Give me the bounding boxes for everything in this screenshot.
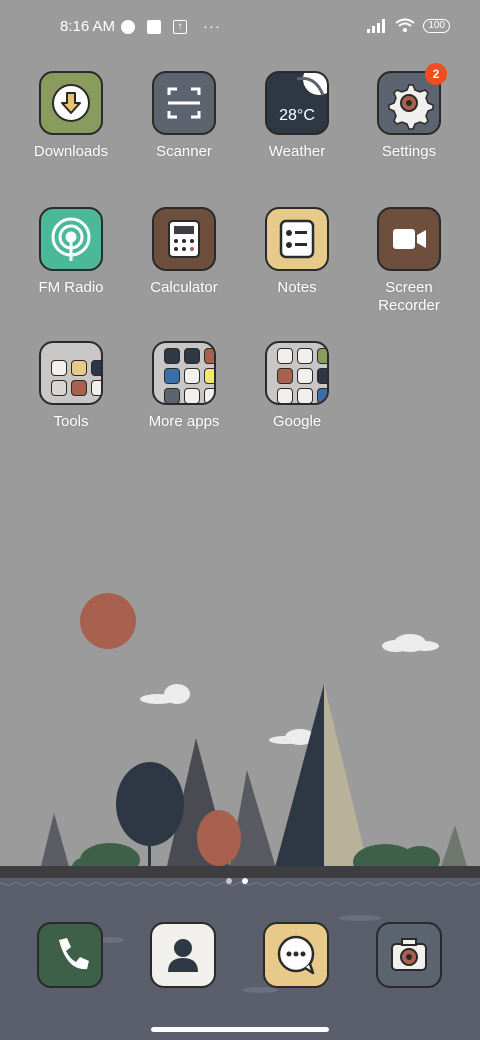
dock-phone[interactable]: [37, 922, 103, 988]
ground-line: [0, 866, 480, 878]
mini-app-icon: [317, 348, 327, 364]
folder-icon: [152, 341, 216, 405]
folder-icon: [39, 341, 103, 405]
mountain: [324, 684, 370, 875]
app-label: FM Radio: [38, 279, 104, 296]
mini-app-icon: [277, 368, 293, 384]
notification-badge: 2: [425, 63, 447, 85]
gear-icon: 2: [377, 63, 447, 135]
app-scanner[interactable]: Scanner: [129, 71, 239, 161]
mini-app-icon: [204, 388, 214, 403]
dock-contacts[interactable]: [150, 922, 216, 988]
app-fm-radio[interactable]: FM Radio: [16, 207, 126, 297]
mini-app-icon: [164, 348, 180, 364]
phone-icon: [59, 938, 89, 970]
app-label: Google: [272, 413, 322, 430]
folder-tools[interactable]: Tools: [16, 341, 126, 431]
mini-app-icon: [317, 368, 327, 384]
sun: [80, 593, 136, 649]
dock-messages[interactable]: [263, 922, 329, 988]
notification-square-icon: [147, 19, 162, 34]
mini-app-icon: [297, 388, 313, 403]
app-calculator[interactable]: Calculator: [129, 207, 239, 297]
app-label: Calculator: [150, 279, 218, 296]
mini-app-icon: [184, 368, 200, 384]
page-dot: [226, 878, 232, 884]
mini-app-icon: [51, 360, 67, 376]
mini-app-icon: [204, 368, 214, 384]
wifi-icon: [395, 18, 415, 32]
app-screen-recorder[interactable]: Screen Recorder: [354, 207, 464, 315]
app-label: Notes: [277, 279, 317, 296]
signal-icon: [367, 19, 386, 33]
messages-icon: [277, 935, 315, 975]
mountain: [440, 825, 468, 870]
more-notifications-icon: ···: [203, 18, 222, 35]
mini-app-icon: [71, 360, 87, 376]
vpn-icon: [121, 19, 136, 34]
contacts-icon: [168, 939, 198, 972]
notes-icon: [265, 207, 329, 271]
app-label: Screen Recorder: [378, 279, 440, 314]
folder-icon: [265, 341, 329, 405]
mountain: [40, 813, 70, 870]
app-settings[interactable]: 2 Settings: [354, 63, 464, 161]
mini-app-icon: [297, 348, 313, 364]
upload-icon: ↑: [173, 19, 188, 34]
status-bar: 8:16 AM ↑ ··· 100: [0, 0, 480, 56]
clock: 8:16 AM: [60, 18, 116, 35]
app-downloads[interactable]: Downloads: [16, 71, 126, 161]
mini-app-icon: [317, 388, 327, 403]
app-label: Settings: [381, 143, 437, 160]
folder-more-apps[interactable]: More apps: [129, 341, 239, 431]
tree: [116, 762, 184, 846]
dock-camera[interactable]: [376, 922, 442, 988]
mini-app-icon: [297, 368, 313, 384]
app-label: More apps: [148, 413, 220, 430]
mini-app-icon: [277, 348, 293, 364]
mini-app-icon: [91, 360, 101, 376]
weather-icon: 28°C: [265, 71, 329, 135]
calculator-icon: [152, 207, 216, 271]
tree: [197, 810, 241, 866]
folder-google[interactable]: Google: [242, 341, 352, 431]
app-label: Tools: [53, 413, 89, 430]
scanner-icon: [152, 71, 216, 135]
temperature: 28°C: [279, 107, 315, 124]
mini-app-icon: [164, 388, 180, 403]
mini-app-icon: [184, 348, 200, 364]
mountain: [273, 684, 324, 875]
app-label: Weather: [268, 143, 326, 160]
download-icon: [39, 71, 103, 135]
mini-app-icon: [51, 380, 67, 396]
app-label: Downloads: [33, 143, 109, 160]
app-notes[interactable]: Notes: [242, 207, 352, 297]
cloud: [140, 634, 439, 745]
video-camera-icon: [377, 207, 441, 271]
page-dot-active: [242, 878, 248, 884]
mini-app-icon: [71, 380, 87, 396]
app-label: Scanner: [156, 143, 212, 160]
battery-icon: 100: [423, 19, 450, 33]
mini-app-icon: [277, 388, 293, 403]
gesture-navigation-bar[interactable]: [151, 1027, 329, 1032]
app-weather[interactable]: 28°C Weather: [242, 71, 352, 161]
radio-icon: [39, 207, 103, 271]
mini-app-icon: [91, 380, 101, 396]
camera-icon: [391, 938, 427, 971]
mini-app-icon: [204, 348, 214, 364]
page-indicator: [226, 878, 248, 884]
mini-app-icon: [164, 368, 180, 384]
mini-app-icon: [184, 388, 200, 403]
